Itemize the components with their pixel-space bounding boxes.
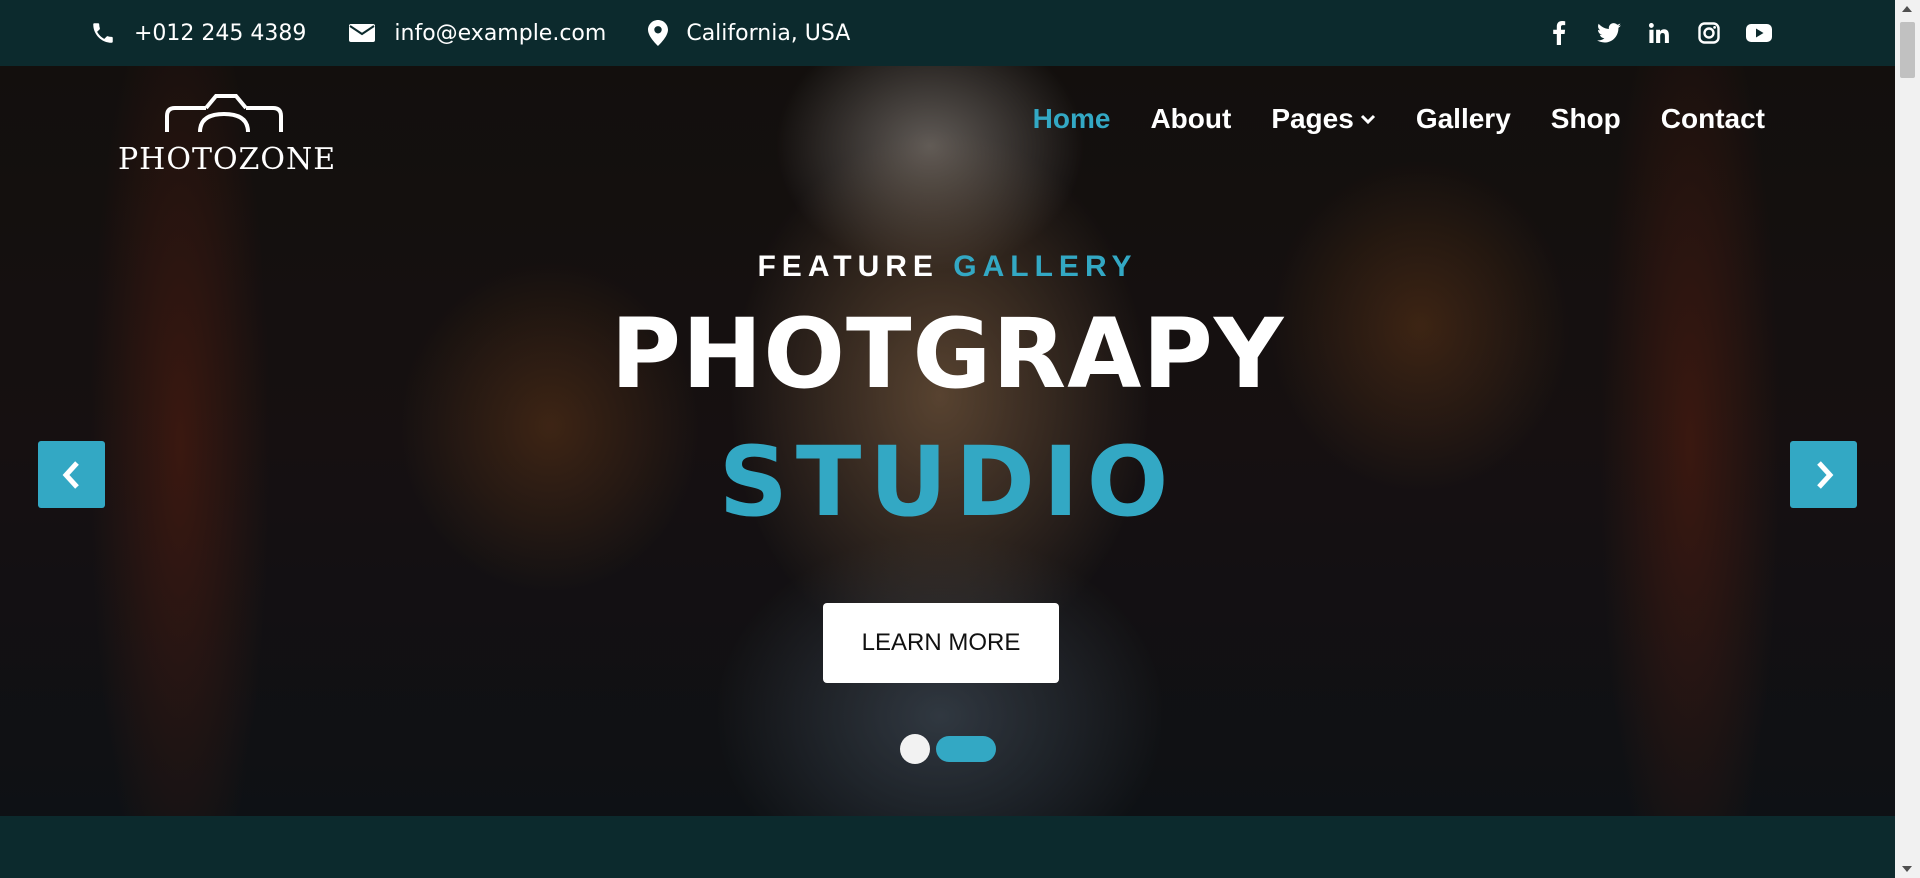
- youtube-icon[interactable]: [1745, 19, 1773, 47]
- scroll-up-arrow-icon[interactable]: [1902, 6, 1912, 12]
- slider-dot-1[interactable]: [900, 734, 930, 764]
- twitter-icon[interactable]: [1595, 19, 1623, 47]
- camera-logo-icon: [165, 94, 283, 133]
- chevron-right-icon: [1816, 460, 1833, 489]
- hero-slider: PHOTOZONE Home About Pages Gallery Shop …: [0, 66, 1895, 816]
- hero-subtitle: FEATURE GALLERY: [0, 250, 1895, 284]
- instagram-icon[interactable]: [1695, 19, 1723, 47]
- location-text: California, USA: [686, 20, 851, 46]
- linkedin-icon[interactable]: [1645, 19, 1673, 47]
- logo-text: PHOTOZONE: [118, 142, 337, 177]
- learn-more-button[interactable]: LEARN MORE: [823, 603, 1059, 683]
- next-section-band: [0, 816, 1895, 878]
- nav-shop[interactable]: Shop: [1551, 103, 1621, 135]
- chevron-left-icon: [62, 460, 79, 489]
- social-links: [1545, 0, 1773, 66]
- chevron-down-icon: [1360, 114, 1375, 125]
- facebook-icon[interactable]: [1545, 19, 1573, 47]
- hero-subtitle-part2: GALLERY: [953, 250, 1138, 283]
- location-item: California, USA: [648, 20, 850, 46]
- nav-pages-label: Pages: [1271, 103, 1354, 134]
- page-scrollbar[interactable]: [1895, 0, 1920, 878]
- email-item: info@example.com: [348, 21, 606, 46]
- map-pin-icon: [648, 20, 669, 46]
- phone-item: +012 245 4389: [90, 20, 306, 46]
- contact-info: +012 245 4389 info@example.com Californi…: [90, 0, 892, 66]
- slider-next-button[interactable]: [1790, 441, 1857, 508]
- hero-subtitle-part1: FEATURE: [757, 250, 939, 283]
- email-address: info@example.com: [394, 20, 607, 46]
- slider-dot-2-active[interactable]: [936, 736, 996, 762]
- nav-pages[interactable]: Pages: [1271, 103, 1376, 135]
- hero-title-line2: STUDIO: [718, 426, 1177, 538]
- phone-number: +012 245 4389: [134, 20, 307, 46]
- slider-prev-button[interactable]: [38, 441, 105, 508]
- main-nav: Home About Pages Gallery Shop Contact: [1033, 94, 1765, 144]
- nav-contact[interactable]: Contact: [1661, 103, 1765, 135]
- brand-logo[interactable]: PHOTOZONE: [118, 94, 337, 177]
- phone-icon: [93, 23, 113, 43]
- nav-home[interactable]: Home: [1033, 103, 1111, 135]
- nav-gallery[interactable]: Gallery: [1416, 103, 1511, 135]
- top-bar: +012 245 4389 info@example.com Californi…: [0, 0, 1895, 66]
- scrollbar-thumb[interactable]: [1900, 22, 1915, 78]
- envelope-icon: [349, 24, 376, 42]
- hero-title-line1: PHOTGRAPY: [610, 298, 1285, 410]
- page: +012 245 4389 info@example.com Californi…: [0, 0, 1920, 878]
- nav-about[interactable]: About: [1150, 103, 1231, 135]
- scroll-down-arrow-icon[interactable]: [1902, 866, 1912, 872]
- slider-dots: [900, 734, 996, 764]
